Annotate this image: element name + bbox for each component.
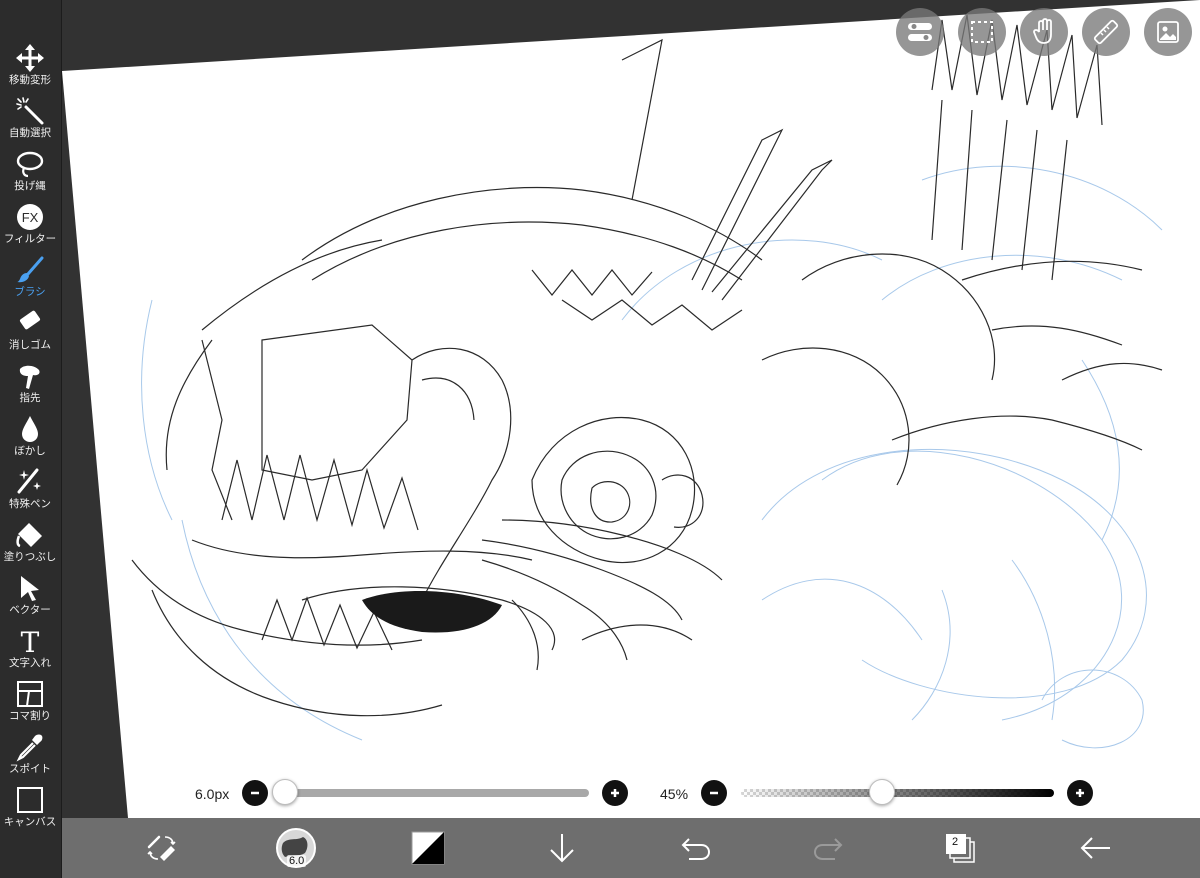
brush-size-decrease-button[interactable] xyxy=(242,780,268,806)
eraser-icon xyxy=(19,310,41,330)
reference-icon xyxy=(1157,21,1179,43)
tool-magic-wand[interactable]: 自動選択 xyxy=(0,95,60,148)
sketch-artwork xyxy=(131,14,1163,749)
opacity-decrease-button[interactable] xyxy=(701,780,727,806)
text-icon: T xyxy=(21,626,40,656)
tool-label: 特殊ペン xyxy=(9,498,51,510)
swap-brush-eraser-icon xyxy=(147,835,176,861)
app-window: 6.0px 45% 移動変形 自動選択 投げ縄 FX フィルター ブラシ 消しゴ… xyxy=(0,0,1200,878)
color-swatch-icon xyxy=(411,831,445,865)
lasso-icon xyxy=(16,151,44,178)
undo-button[interactable] xyxy=(674,826,718,870)
undo-icon xyxy=(681,838,711,860)
tool-label: ベクター xyxy=(9,604,51,616)
tool-filter[interactable]: FX フィルター xyxy=(0,201,60,254)
selection-icon xyxy=(971,21,993,43)
workspace xyxy=(62,0,1200,818)
toggle-icon xyxy=(908,23,932,41)
minus-icon xyxy=(251,791,259,795)
tool-special-pen[interactable]: 特殊ペン xyxy=(0,466,60,519)
brush-size-increase-button[interactable] xyxy=(602,780,628,806)
blur-drop-icon xyxy=(22,416,38,442)
tool-label: 指先 xyxy=(19,392,41,404)
tool-vector[interactable]: ベクター xyxy=(0,572,60,625)
brush-size-slider-track[interactable] xyxy=(285,789,589,797)
brush-size-label: 6.0px xyxy=(195,786,230,802)
tool-label: スポイト xyxy=(9,763,51,775)
bottom-bar: 6.0 2 xyxy=(62,818,1200,878)
tool-label: コマ割り xyxy=(9,710,51,722)
swap-brush-eraser-button[interactable] xyxy=(140,826,184,870)
back-arrow-icon xyxy=(1080,837,1110,859)
finger-icon xyxy=(19,365,40,389)
tool-canvas[interactable]: キャンバス xyxy=(0,784,60,837)
tool-lasso[interactable]: 投げ縄 xyxy=(0,148,60,201)
minus-icon xyxy=(710,791,718,795)
tool-label: ブラシ xyxy=(14,286,46,298)
tool-fill[interactable]: 塗りつぶし xyxy=(0,519,60,572)
fx-icon: FX xyxy=(17,204,43,230)
tool-label: 塗りつぶし xyxy=(3,551,57,563)
back-button[interactable] xyxy=(1074,826,1118,870)
tool-brush[interactable]: ブラシ xyxy=(0,254,60,307)
vector-cursor-icon xyxy=(21,576,39,601)
sparkle-pen-icon xyxy=(17,468,41,494)
ruler-button[interactable] xyxy=(1082,8,1130,56)
selection-button[interactable] xyxy=(958,8,1006,56)
reference-button[interactable] xyxy=(1144,8,1192,56)
opacity-slider-track[interactable] xyxy=(741,789,1054,797)
plus-icon xyxy=(611,789,619,797)
redo-button[interactable] xyxy=(806,826,850,870)
layer-count: 2 xyxy=(951,836,959,848)
tool-label: ぼかし xyxy=(14,445,46,457)
ruler-icon xyxy=(1093,19,1119,45)
tool-label: 自動選択 xyxy=(9,127,51,139)
brush-preview-button[interactable]: 6.0 xyxy=(274,826,318,870)
brush-icon xyxy=(17,256,44,283)
tool-eraser[interactable]: 消しゴム xyxy=(0,307,60,360)
opacity-slider-knob[interactable] xyxy=(869,779,895,805)
opacity-increase-button[interactable] xyxy=(1067,780,1093,806)
tool-label: 投げ縄 xyxy=(14,180,46,192)
move-arrows-icon xyxy=(16,44,44,72)
color-swatch-button[interactable] xyxy=(406,826,450,870)
tool-frame-divider[interactable]: コマ割り xyxy=(0,678,60,731)
layers-button[interactable]: 2 xyxy=(938,826,982,870)
magic-wand-icon xyxy=(16,97,44,125)
brush-size-slider-knob[interactable] xyxy=(272,779,298,805)
save-download-button[interactable] xyxy=(540,826,584,870)
drawing-canvas[interactable] xyxy=(62,0,1200,818)
plus-icon xyxy=(1076,789,1084,797)
tool-label: 文字入れ xyxy=(9,657,51,669)
tool-move-transform[interactable]: 移動変形 xyxy=(0,42,60,95)
brush-size-value: 6.0 xyxy=(287,855,307,867)
canvas-icon xyxy=(17,787,43,813)
hand-icon xyxy=(1033,18,1052,44)
tool-blur[interactable]: ぼかし xyxy=(0,413,60,466)
tool-label: キャンバス xyxy=(3,816,57,828)
tool-label: 移動変形 xyxy=(9,74,51,86)
download-arrow-icon xyxy=(550,834,574,863)
fill-bucket-icon xyxy=(16,523,42,548)
hand-button[interactable] xyxy=(1020,8,1068,56)
tool-finger[interactable]: 指先 xyxy=(0,360,60,413)
tool-label: 消しゴム xyxy=(9,339,51,351)
frame-divider-icon xyxy=(17,681,43,707)
tool-label: フィルター xyxy=(3,233,57,245)
redo-icon xyxy=(813,838,843,860)
eyedropper-icon xyxy=(16,734,43,762)
brush-opacity-label: 45% xyxy=(660,786,689,802)
tool-text[interactable]: T 文字入れ xyxy=(0,625,60,678)
left-toolbar: 移動変形 自動選択 投げ縄 FX フィルター ブラシ 消しゴム 指先 ぼかし 特… xyxy=(0,0,62,878)
tool-eyedropper[interactable]: スポイト xyxy=(0,731,60,784)
fx-icon-text: FX xyxy=(22,210,39,225)
text-icon-glyph: T xyxy=(21,626,40,656)
toggle-button[interactable] xyxy=(896,8,944,56)
